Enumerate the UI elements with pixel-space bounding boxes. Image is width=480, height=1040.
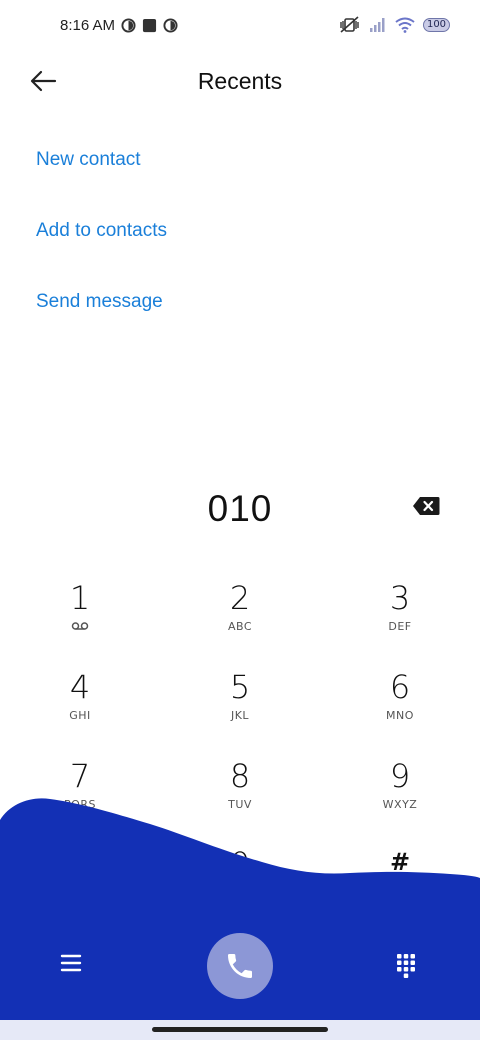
key-digit: 3 [389, 579, 411, 617]
new-contact-link[interactable]: New contact [36, 149, 141, 171]
data-saver-icon [163, 18, 178, 33]
bottom-bar [0, 925, 480, 1015]
signal-icon [370, 18, 385, 32]
data-saver-icon [121, 18, 136, 33]
add-to-contacts-link[interactable]: Add to contacts [36, 220, 167, 242]
dialed-number[interactable]: 010 [0, 488, 480, 530]
phone-icon [228, 954, 252, 978]
home-indicator[interactable] [152, 1027, 328, 1032]
battery-indicator: 100 [423, 18, 450, 32]
key-letters: ABC [227, 620, 253, 633]
key-letters: DEF [388, 620, 412, 633]
system-nav-bar [0, 1020, 480, 1040]
dialpad-button[interactable] [396, 953, 418, 979]
key-digit: 1 [69, 579, 91, 617]
key-5[interactable]: 5 JKL [180, 667, 300, 747]
key-letters: GHI [69, 709, 91, 722]
header: Recents [0, 56, 480, 108]
status-bar: 8:16 AM 100 [0, 0, 480, 56]
key-digit: 6 [389, 668, 411, 706]
key-letters: JKL [230, 709, 250, 722]
page-title: Recents [197, 68, 283, 94]
status-left: 8:16 AM [60, 17, 178, 34]
status-time: 8:16 AM [60, 17, 116, 34]
key-digit: 5 [229, 668, 251, 706]
key-6[interactable]: 6 MNO [340, 667, 460, 747]
key-2[interactable]: 2 ABC [180, 578, 300, 658]
backspace-button[interactable] [412, 496, 442, 518]
menu-icon [60, 954, 82, 972]
send-message-link[interactable]: Send message [36, 291, 163, 313]
key-digit: 2 [229, 579, 251, 617]
dialpad-icon [397, 954, 415, 978]
key-4[interactable]: 4 GHI [20, 667, 140, 747]
key-1[interactable]: 1 [20, 578, 140, 658]
key-3[interactable]: 3 DEF [340, 578, 460, 658]
square-icon [142, 18, 157, 33]
wifi-icon [395, 17, 415, 33]
key-digit: 4 [69, 668, 91, 706]
voicemail-icon [71, 622, 89, 630]
key-letters: MNO [386, 709, 414, 722]
backspace-icon [413, 497, 440, 515]
vibrate-silent-icon [340, 16, 359, 33]
menu-button[interactable] [60, 953, 86, 979]
status-right: 100 [339, 16, 450, 34]
call-button[interactable] [207, 933, 273, 999]
